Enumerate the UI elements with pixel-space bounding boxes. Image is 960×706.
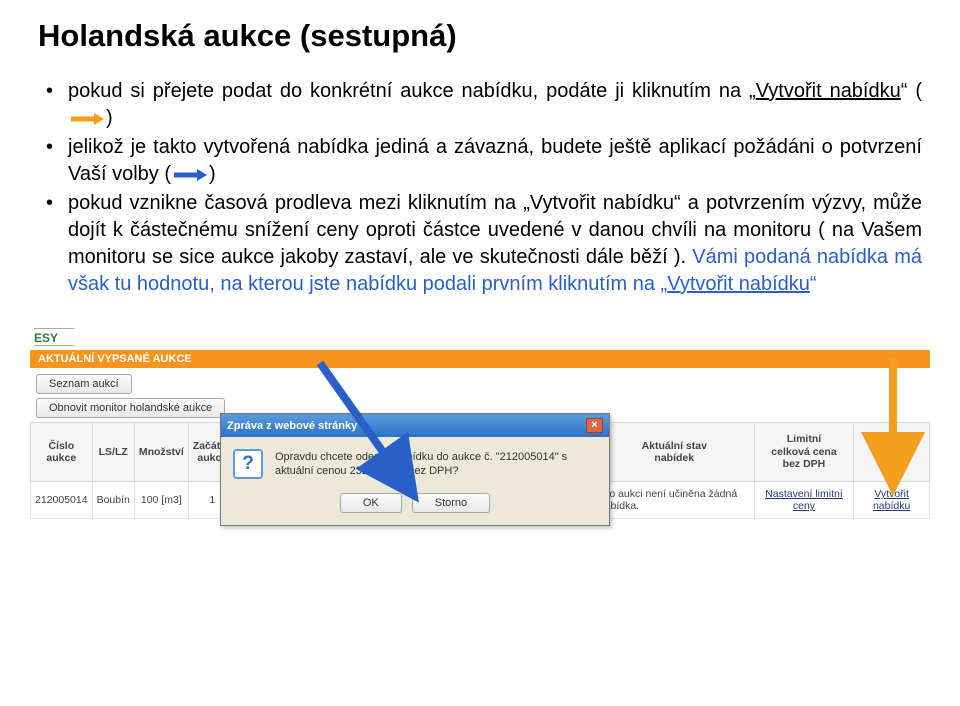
th-mnozstvi: Množství bbox=[134, 423, 188, 482]
confirm-dialog: Zpráva z webové stránky × ? Opravdu chce… bbox=[220, 413, 610, 526]
obnovit-monitor-button[interactable]: Obnovit monitor holandské aukce bbox=[36, 398, 225, 418]
cell-mnozstvi: 100 [m3] bbox=[134, 482, 188, 519]
close-icon[interactable]: × bbox=[586, 418, 603, 433]
bullet-3: pokud vznikne časová prodleva mezi klikn… bbox=[68, 190, 922, 298]
section-header: AKTUÁLNÍ VYPSANÉ AUKCE bbox=[30, 350, 930, 368]
cell-limit: Nastavení limitní ceny bbox=[754, 482, 854, 519]
storno-button[interactable]: Storno bbox=[412, 493, 490, 513]
cell-stav: Pro aukci není učiněna žádná nabídka. bbox=[594, 482, 754, 519]
vytvorit-nabidku-link[interactable]: Vytvořit nabídku bbox=[873, 488, 910, 512]
th-cislo: Čísloaukce bbox=[31, 423, 93, 482]
bullet-1-text-d: ) bbox=[106, 107, 113, 129]
logo-label: ESY bbox=[34, 328, 74, 346]
bullet-1: pokud si přejete podat do konkrétní aukc… bbox=[68, 78, 922, 132]
bullet-1-text-c: “ ( bbox=[901, 80, 922, 102]
dialog-message: Opravdu chcete odeslat nabídku do aukce … bbox=[275, 450, 597, 479]
bullet-list: pokud si přejete podat do konkrétní aukc… bbox=[38, 78, 922, 298]
cell-action: Vytvořit nabídku bbox=[854, 482, 930, 519]
question-icon: ? bbox=[233, 449, 263, 479]
nastaveni-limit-link[interactable]: Nastavení limitní ceny bbox=[765, 488, 843, 512]
ok-button[interactable]: OK bbox=[340, 493, 402, 513]
bullet-3-blue-b: “ bbox=[810, 273, 817, 295]
bullet-2: jelikož je takto vytvořená nabídka jedin… bbox=[68, 134, 922, 188]
arrow-right-icon bbox=[70, 113, 104, 125]
th-lslz: LS/LZ bbox=[92, 423, 134, 482]
th-action bbox=[854, 423, 930, 482]
page-title: Holandská aukce (sestupná) bbox=[38, 18, 922, 54]
link-vytvorit-2: Vytvořit nabídku bbox=[667, 273, 810, 295]
arrow-right-icon bbox=[173, 169, 207, 181]
dialog-title: Zpráva z webové stránky bbox=[227, 420, 357, 432]
dialog-titlebar: Zpráva z webové stránky × bbox=[221, 414, 609, 437]
link-vytvorit-1: Vytvořit nabídku bbox=[756, 80, 901, 102]
seznam-aukci-button[interactable]: Seznam aukcí bbox=[36, 374, 132, 394]
bullet-1-text-a: pokud si přejete podat do konkrétní aukc… bbox=[68, 80, 756, 102]
app-screenshot: ESY AKTUÁLNÍ VYPSANÉ AUKCE Seznam aukcí … bbox=[30, 328, 930, 519]
th-stav: Aktuální stavnabídek bbox=[594, 423, 754, 482]
cell-lslz: Boubín bbox=[92, 482, 134, 519]
cell-cislo: 212005014 bbox=[31, 482, 93, 519]
bullet-2-text-b: ) bbox=[209, 163, 216, 185]
th-limit: Limitnícelková cenabez DPH bbox=[754, 423, 854, 482]
